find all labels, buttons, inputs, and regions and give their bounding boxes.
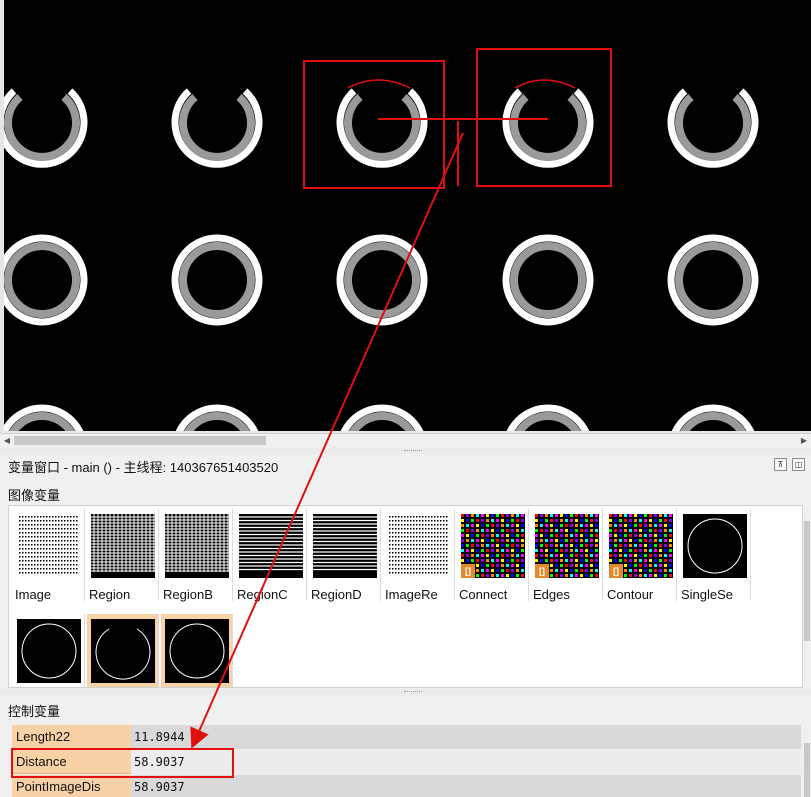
thumbnail-image — [91, 514, 155, 578]
thumbnail-image — [165, 619, 229, 683]
ring-shape — [667, 88, 759, 168]
image-var-singlese[interactable]: SingleSe — [679, 509, 751, 602]
control-var-name: Length22 — [12, 725, 131, 749]
image-var-item-11[interactable] — [87, 614, 159, 687]
control-var-name: PointImageDis — [12, 775, 131, 797]
control-var-value: 58.9037 — [131, 750, 801, 774]
ring-shape — [4, 234, 88, 326]
ring-shape — [671, 404, 755, 431]
ring-shape — [502, 88, 594, 168]
control-var-value: 11.8944 — [131, 725, 801, 749]
image-var-region[interactable]: Region — [87, 509, 159, 602]
tuple-badge-icon: [] — [609, 564, 623, 578]
image-var-regiond[interactable]: RegionD — [309, 509, 381, 602]
tuple-badge-icon: [] — [535, 564, 549, 578]
restore-icon[interactable]: ◫ — [792, 458, 805, 471]
thumbnail-image — [387, 514, 451, 578]
control-var-row-distance[interactable]: Distance 58.9037 — [12, 750, 801, 774]
control-vars-scrollbar[interactable] — [803, 725, 811, 797]
thumbnail-image — [91, 619, 155, 683]
grip-icon — [404, 450, 422, 452]
ring-shape — [4, 88, 88, 168]
ring-shape — [340, 404, 424, 431]
variable-window-title: 变量窗口 - main () - 主线程: 140367651403520 — [8, 460, 279, 475]
image-var-item-10[interactable] — [13, 614, 85, 687]
image-var-label: Connect — [459, 587, 508, 602]
control-var-name: Distance — [12, 750, 131, 774]
ring-shape — [502, 234, 594, 326]
thumbnail-image: [] — [535, 514, 599, 578]
hdevelop-window: ◀ ▶ 变量窗口 - main () - 主线程: 14036765140352… — [0, 0, 811, 797]
scroll-thumb[interactable] — [804, 521, 810, 641]
thumbnail-image — [17, 514, 81, 578]
scroll-thumb[interactable] — [14, 436, 266, 445]
control-var-row-pointimagedis[interactable]: PointImageDis 58.9037 — [12, 775, 801, 797]
ring-shape — [171, 88, 263, 168]
canvas-graphics — [4, 88, 759, 431]
image-vars-label: 图像变量 — [8, 488, 61, 503]
thumbnail-image — [17, 619, 81, 683]
thumbnail-image: [] — [609, 514, 673, 578]
ring-shape — [171, 234, 263, 326]
image-var-label: SingleSe — [681, 587, 734, 602]
ring-shape — [4, 404, 84, 431]
image-var-regionc[interactable]: RegionC — [235, 509, 307, 602]
image-var-label: RegionD — [311, 587, 362, 602]
image-var-contour[interactable]: [] Contour — [605, 509, 677, 602]
image-vars-scrollbar[interactable] — [803, 505, 811, 688]
control-var-row-length22[interactable]: Length22 11.8944 — [12, 725, 801, 749]
splitter-mid[interactable] — [0, 689, 811, 695]
image-var-edges[interactable]: [] Edges — [531, 509, 603, 602]
ring-shape — [336, 234, 428, 326]
image-var-image[interactable]: Image — [13, 509, 85, 602]
image-var-label: Image — [15, 587, 52, 602]
ring-shape — [336, 88, 428, 168]
horizontal-scrollbar[interactable]: ◀ ▶ — [0, 433, 811, 447]
control-vars-label: 控制变量 — [8, 704, 61, 719]
image-vars-panel: Image Region RegionB RegionC RegionD ImageRe [… — [8, 505, 803, 688]
scroll-left-icon[interactable]: ◀ — [0, 434, 14, 447]
splitter-top[interactable] — [0, 448, 811, 454]
ring-shape — [667, 234, 759, 326]
image-var-label: Region — [89, 587, 131, 602]
image-var-connect[interactable]: [] Connect — [457, 509, 529, 602]
control-var-value: 58.9037 — [131, 775, 801, 797]
image-var-label: ImageRe — [385, 587, 438, 602]
image-var-label: RegionB — [163, 587, 213, 602]
image-canvas[interactable] — [4, 0, 811, 431]
grip-icon — [404, 691, 422, 693]
image-var-item-12[interactable] — [161, 614, 233, 687]
image-var-label: Edges — [533, 587, 570, 602]
variable-window-titlebar: 变量窗口 - main () - 主线程: 140367651403520 ⊼ … — [0, 455, 811, 475]
image-var-imagere[interactable]: ImageRe — [383, 509, 455, 602]
scroll-right-icon[interactable]: ▶ — [797, 434, 811, 447]
thumbnail-image — [165, 514, 229, 578]
image-var-label: Contour — [607, 587, 654, 602]
pin-icon[interactable]: ⊼ — [774, 458, 787, 471]
thumbnail-image — [313, 514, 377, 578]
ring-shape — [506, 404, 590, 431]
image-var-label: RegionC — [237, 587, 288, 602]
graphics-window — [0, 0, 811, 433]
image-var-regionb[interactable]: RegionB — [161, 509, 233, 602]
scroll-thumb[interactable] — [804, 743, 810, 797]
tuple-badge-icon: [] — [461, 564, 475, 578]
thumbnail-image — [239, 514, 303, 578]
thumbnail-image: [] — [461, 514, 525, 578]
ring-shape — [175, 404, 259, 431]
thumbnail-image — [683, 514, 747, 578]
